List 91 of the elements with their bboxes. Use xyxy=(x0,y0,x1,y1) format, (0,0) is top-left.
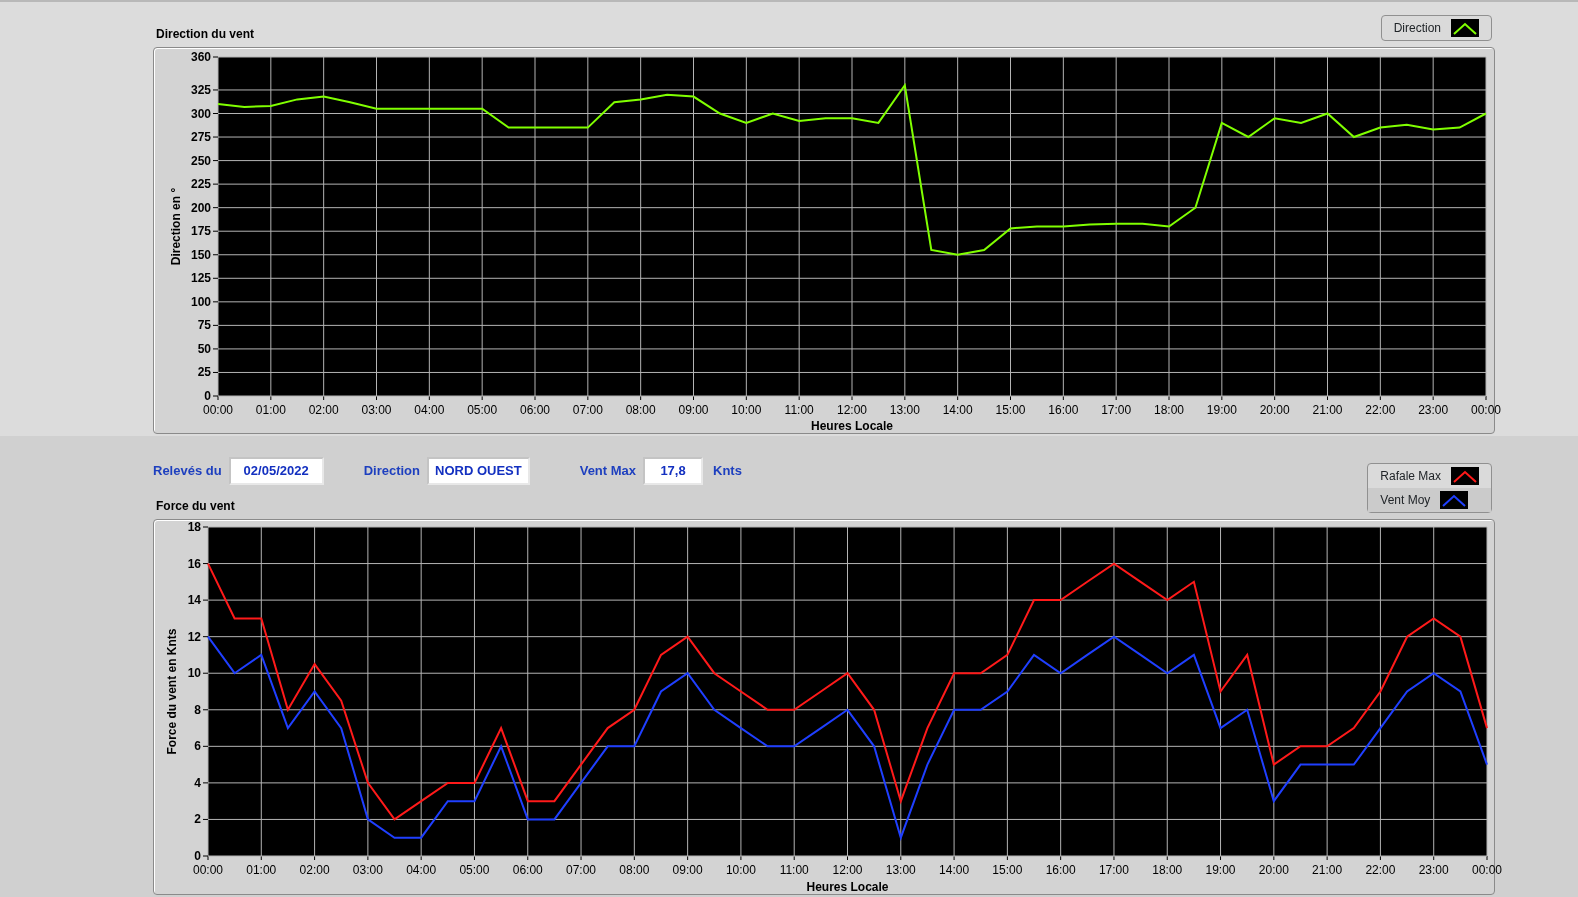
tick-label: 13:00 xyxy=(885,863,916,877)
tick-label: 03:00 xyxy=(352,863,383,877)
tick-label: 05:00 xyxy=(467,403,498,417)
tick-label: 19:00 xyxy=(1205,863,1236,877)
tick-label: 17:00 xyxy=(1098,863,1129,877)
tick-label: 23:00 xyxy=(1418,403,1449,417)
legend-label: Direction xyxy=(1393,20,1441,37)
tick-label: 150 xyxy=(190,247,211,262)
tick-label: 325 xyxy=(190,82,211,97)
value-field[interactable]: NORD OUEST xyxy=(427,457,530,485)
tick-label: 03:00 xyxy=(361,403,392,417)
tick-label: 23:00 xyxy=(1418,863,1449,877)
tick-label: 75 xyxy=(197,318,211,333)
axis-title: Force du vent en Knts xyxy=(165,628,179,755)
tick-label: 14 xyxy=(187,593,201,608)
tick-label: 11:00 xyxy=(779,863,809,877)
tick-label: 07:00 xyxy=(572,403,603,417)
tick-label: 01:00 xyxy=(255,403,286,417)
tick-label: 6 xyxy=(194,739,201,754)
tick-label: 00:00 xyxy=(1472,863,1502,877)
tick-label: 00:00 xyxy=(203,403,233,417)
tick-label: 275 xyxy=(190,130,211,145)
tick-label: 100 xyxy=(190,294,211,309)
tick-label: 07:00 xyxy=(566,863,597,877)
tick-label: 10:00 xyxy=(731,403,762,417)
tick-label: 15:00 xyxy=(995,403,1026,417)
tick-label: 8 xyxy=(194,702,201,717)
field-label: Vent Max xyxy=(579,462,637,481)
axis-title: Direction en ° xyxy=(169,187,183,266)
value-field[interactable]: 02/05/2022 xyxy=(228,457,324,485)
tick-label: 11:00 xyxy=(784,403,814,417)
legend-label: Vent Moy xyxy=(1380,492,1431,509)
tick-label: 09:00 xyxy=(672,863,703,877)
tick-label: 25 xyxy=(197,365,211,380)
tick-label: 04:00 xyxy=(406,863,437,877)
tick-label: 4 xyxy=(194,775,201,790)
tick-label: 00:00 xyxy=(1471,403,1501,417)
tick-label: 125 xyxy=(190,271,211,286)
tick-label: 225 xyxy=(190,177,211,192)
tick-label: 14:00 xyxy=(939,863,970,877)
tick-label: 18:00 xyxy=(1154,403,1184,417)
tick-label: 22:00 xyxy=(1365,863,1396,877)
unit-label: Knts xyxy=(713,462,742,481)
chart-title: Direction du vent xyxy=(155,26,254,43)
tick-label: 17:00 xyxy=(1101,403,1132,417)
tick-label: 300 xyxy=(190,106,211,121)
tick-label: 16 xyxy=(187,556,201,571)
tick-label: 175 xyxy=(190,224,211,239)
tick-label: 20:00 xyxy=(1258,863,1289,877)
tick-label: 200 xyxy=(190,200,211,215)
field-label: Direction xyxy=(363,462,420,481)
tick-label: 02:00 xyxy=(299,863,330,877)
tick-label: 50 xyxy=(197,341,211,356)
legend-label: Rafale Max xyxy=(1380,468,1441,485)
tick-label: 09:00 xyxy=(678,403,709,417)
tick-label: 08:00 xyxy=(625,403,656,417)
axis-title: Heures Locale xyxy=(811,419,893,433)
tick-label: 250 xyxy=(190,153,211,168)
tick-label: 360 xyxy=(190,50,211,64)
tick-label: 16:00 xyxy=(1048,403,1079,417)
tick-label: 06:00 xyxy=(520,403,550,417)
tick-label: 08:00 xyxy=(619,863,650,877)
tick-label: 0 xyxy=(204,389,211,403)
tick-label: 18 xyxy=(187,520,201,534)
tick-label: 13:00 xyxy=(889,403,920,417)
axis-title: Heures Locale xyxy=(806,880,889,894)
tick-label: 04:00 xyxy=(414,403,445,417)
tick-label: 00:00 xyxy=(193,863,223,877)
tick-label: 21:00 xyxy=(1312,863,1343,877)
tick-label: 16:00 xyxy=(1045,863,1076,877)
field-label: Relevés du xyxy=(153,462,222,481)
tick-label: 15:00 xyxy=(992,863,1023,877)
tick-label: 20:00 xyxy=(1259,403,1290,417)
tick-label: 05:00 xyxy=(459,863,490,877)
tick-label: 12:00 xyxy=(832,863,863,877)
tick-label: 2 xyxy=(194,812,201,827)
tick-label: 12 xyxy=(187,629,201,644)
chart-title: Force du vent xyxy=(155,498,236,515)
tick-label: 01:00 xyxy=(246,863,277,877)
tick-label: 10:00 xyxy=(725,863,756,877)
tick-label: 02:00 xyxy=(308,403,339,417)
tick-label: 22:00 xyxy=(1365,403,1396,417)
value-field[interactable]: 17,8 xyxy=(643,457,704,485)
tick-label: 10 xyxy=(187,666,201,681)
tick-label: 14:00 xyxy=(942,403,973,417)
tick-label: 18:00 xyxy=(1152,863,1183,877)
tick-label: 12:00 xyxy=(837,403,867,417)
tick-label: 0 xyxy=(194,849,201,863)
tick-label: 06:00 xyxy=(512,863,543,877)
tick-label: 21:00 xyxy=(1312,403,1343,417)
tick-label: 19:00 xyxy=(1206,403,1237,417)
